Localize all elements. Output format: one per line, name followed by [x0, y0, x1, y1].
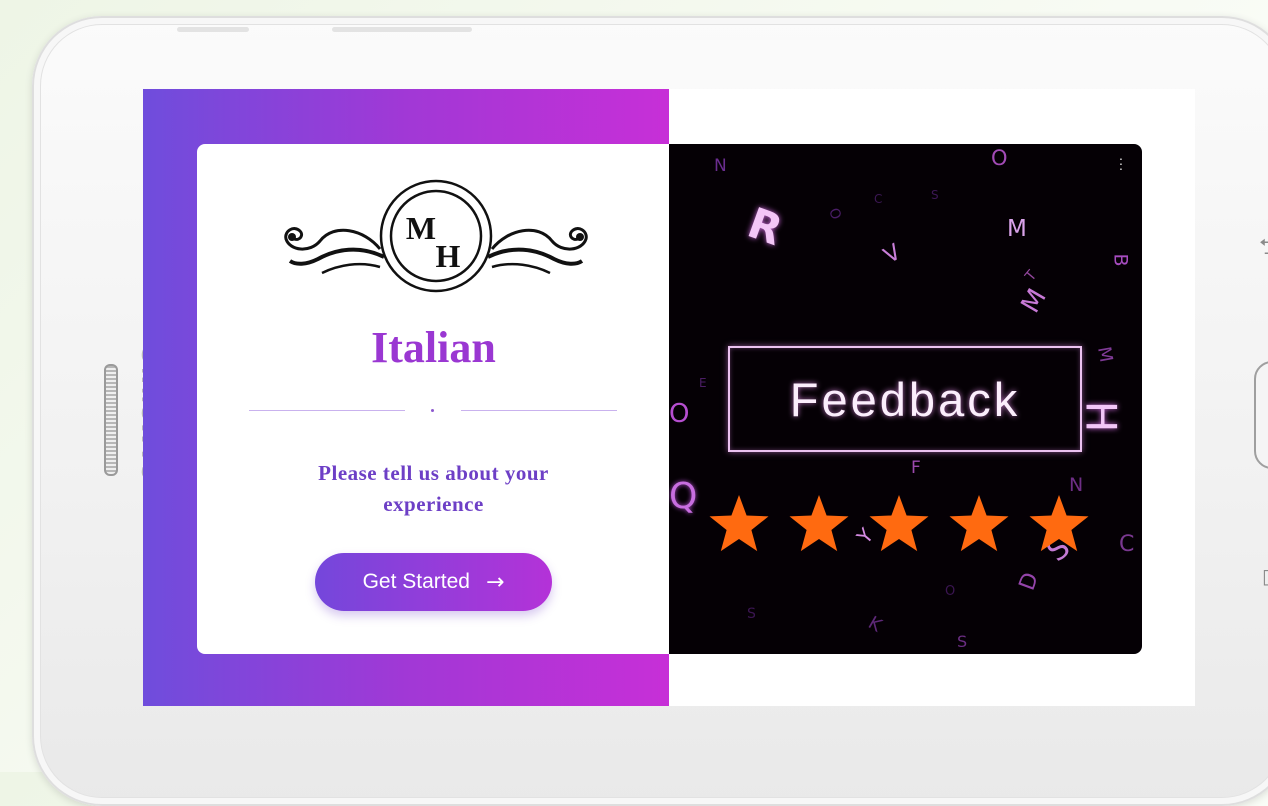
svg-text:M: M	[406, 210, 436, 246]
get-started-label: Get Started	[362, 570, 470, 593]
floating-letter: S	[957, 632, 968, 651]
floating-letter: V	[879, 239, 906, 270]
floating-letter: S	[747, 606, 756, 622]
floating-letter: N	[714, 156, 727, 176]
tagline-line-1: Please tell us about your	[318, 461, 549, 485]
recent-apps-icon[interactable]: ▯	[1262, 564, 1268, 588]
tagline: Please tell us about your experience	[197, 458, 670, 520]
divider-left	[249, 410, 405, 411]
tagline-line-2: experience	[383, 492, 484, 516]
star-rating	[709, 495, 1089, 552]
floating-letter: M	[1015, 283, 1053, 319]
floating-letter: M	[1007, 216, 1027, 242]
floating-letter: O	[825, 206, 844, 222]
floating-letter: M	[1093, 345, 1117, 364]
feedback-video[interactable]: N O R M V B O C S M T M O E H F N Q Y S …	[669, 144, 1142, 654]
gradient-background: M H Italian Please tell us about your ex…	[143, 89, 670, 706]
star-icon	[1029, 495, 1089, 552]
floating-letter: S	[931, 188, 939, 202]
get-started-button[interactable]: Get Started →	[315, 553, 552, 611]
home-button[interactable]	[1254, 361, 1268, 469]
back-icon[interactable]: ⮌	[1259, 230, 1268, 268]
star-icon	[869, 495, 929, 552]
feedback-title: Feedback	[789, 372, 1021, 426]
floating-letter: Q	[669, 476, 698, 517]
floating-letter: K	[864, 612, 886, 637]
floating-letter: T	[1022, 267, 1041, 285]
feedback-title-box: Feedback	[728, 346, 1082, 452]
star-icon	[789, 495, 849, 552]
welcome-card: M H Italian Please tell us about your ex…	[197, 144, 670, 654]
arrow-right-icon: →	[485, 569, 505, 595]
floating-letter: C	[1119, 532, 1135, 557]
divider-dot	[431, 409, 434, 412]
divider-right	[461, 410, 617, 411]
floating-letter: F	[911, 458, 921, 478]
speaker-grille	[104, 364, 118, 476]
floating-letter: B	[1109, 253, 1132, 267]
star-icon	[949, 495, 1009, 552]
mh-logo: M H	[284, 179, 588, 293]
floating-letter: O	[991, 146, 1008, 170]
floating-letter: R	[741, 197, 789, 256]
floating-letter: O	[669, 399, 690, 429]
floating-letter: O	[945, 584, 956, 599]
svg-text:H: H	[436, 238, 461, 274]
screen: M H Italian Please tell us about your ex…	[143, 89, 1195, 706]
star-icon	[709, 495, 769, 552]
more-vert-icon[interactable]: · · ·	[1118, 151, 1124, 175]
power-button	[332, 27, 472, 32]
floating-letter: C	[874, 192, 883, 206]
floating-letter: E	[699, 376, 707, 390]
floating-letter: D	[1014, 569, 1045, 594]
volume-button	[177, 27, 249, 32]
app-title: Italian	[371, 323, 496, 372]
floating-letter: H	[1076, 400, 1126, 433]
